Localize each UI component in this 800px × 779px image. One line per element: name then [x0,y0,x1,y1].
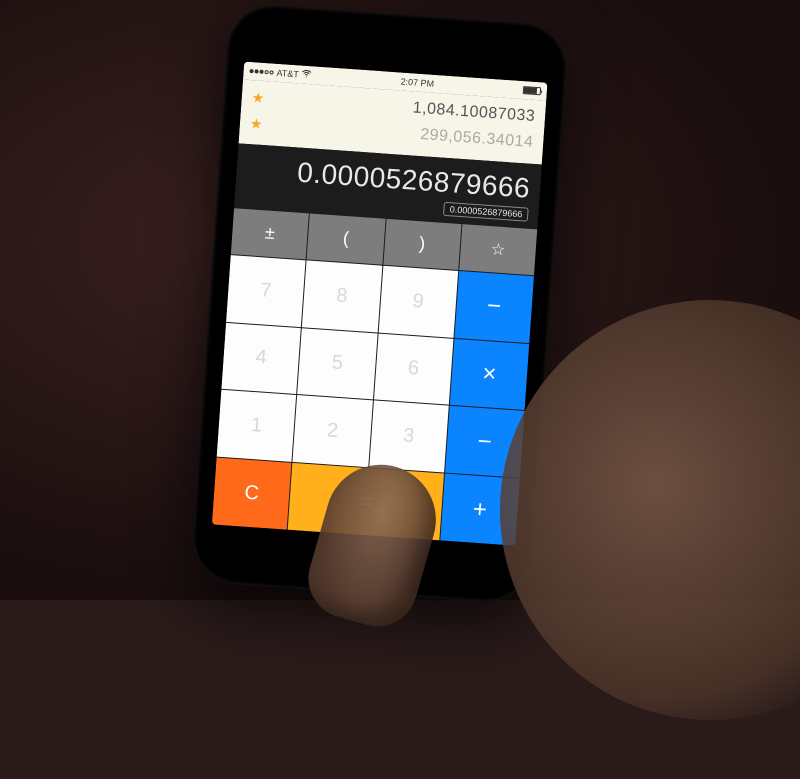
display-sub[interactable]: 0.0000526879666 [443,202,528,222]
carrier-label: AT&T [276,68,299,80]
equals-button[interactable]: = [288,463,444,540]
plus-button[interactable]: + [440,474,520,546]
star-icon[interactable]: ★ [249,115,263,133]
digit-2-button[interactable]: 2 [293,395,373,467]
digit-3-button[interactable]: 3 [369,401,449,473]
digit-6-button[interactable]: 6 [373,333,453,405]
phone-frame: AT&T 2:07 PM ★ 1,084.10087033 ★ 299,056.… [190,2,570,604]
multiply-button[interactable]: × [450,338,530,410]
subtract-button[interactable]: − [445,406,525,478]
digit-5-button[interactable]: 5 [297,328,377,400]
digit-9-button[interactable]: 9 [378,266,458,338]
battery-icon [523,86,542,95]
clear-button[interactable]: C [212,458,292,530]
plusminus-button[interactable]: ± [231,208,309,259]
lparen-button[interactable]: ( [307,213,385,264]
signal-dots-icon [249,69,273,75]
display-main: 0.0000526879666 [246,154,531,205]
digit-8-button[interactable]: 8 [302,260,382,332]
clock-label: 2:07 PM [400,77,434,89]
digit-7-button[interactable]: 7 [226,255,306,327]
star-outline-icon: ☆ [490,239,506,260]
star-icon[interactable]: ★ [251,89,265,107]
status-right [523,86,542,95]
rparen-button[interactable]: ) [383,219,461,270]
favorite-button[interactable]: ☆ [459,224,537,275]
digit-1-button[interactable]: 1 [217,390,297,462]
minus-button[interactable]: − [454,271,534,343]
digit-4-button[interactable]: 4 [221,323,301,395]
status-left: AT&T [249,66,312,80]
wifi-icon [301,70,312,81]
keypad: ± ( ) ☆ 7 8 9 − 4 5 6 × 1 2 3 − C = + [212,208,537,546]
phone-screen: AT&T 2:07 PM ★ 1,084.10087033 ★ 299,056.… [212,62,548,546]
